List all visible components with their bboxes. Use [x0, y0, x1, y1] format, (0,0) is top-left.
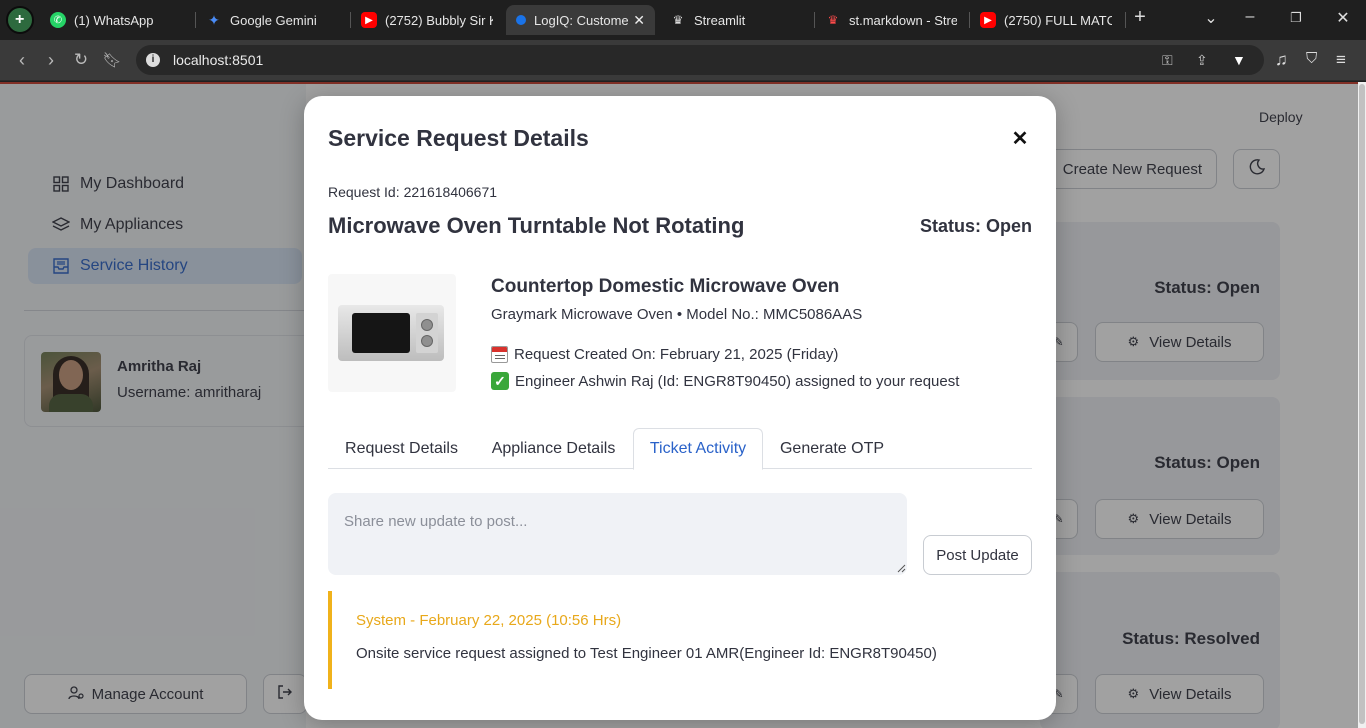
share-icon[interactable]: ⇪ [1196, 52, 1208, 69]
tab-logiq[interactable]: LogIQ: Custome ✕ [506, 5, 655, 35]
site-info-icon[interactable]: i [146, 53, 160, 67]
url-text[interactable]: localhost:8501 [173, 52, 263, 68]
streamlit-app-icon [516, 15, 526, 25]
post-update-button[interactable]: Post Update [923, 535, 1032, 575]
service-request-dialog: Service Request Details ✕ Request Id: 221… [304, 96, 1056, 720]
tab-title: (2752) Bubbly Sir Ki [385, 12, 493, 28]
streamlit-icon: ♛ [672, 13, 684, 27]
tab-title: Streamlit [694, 12, 746, 28]
tab-title: Google Gemini [230, 12, 317, 28]
password-key-icon[interactable]: ⚿ [1162, 52, 1173, 69]
scrollbar-thumb[interactable] [1359, 84, 1365, 724]
request-created-text: Request Created On: February 21, 2025 (F… [514, 346, 839, 363]
update-text-area[interactable] [328, 493, 907, 575]
address-bar-row: ‹ › ↻ 🔖︎ i localhost:8501 ⚿ ⇪ ▼ ♫ ⛉ ≡ [0, 40, 1366, 81]
dialog-tabs: Request Details Appliance Details Ticket… [328, 428, 1032, 470]
tab-title: st.markdown - Strea [849, 12, 957, 28]
calendar-icon [491, 346, 508, 363]
close-window-icon[interactable]: ✕ [1331, 8, 1355, 28]
whatsapp-icon: ✆ [50, 12, 66, 28]
browser-profile-icon[interactable]: + [6, 6, 34, 34]
gemini-icon: ✦ [208, 11, 220, 28]
product-meta: Graymark Microwave Oven • Model No.: MMC… [491, 306, 863, 323]
tab-youtube-bubbly[interactable]: ▶ (2752) Bubbly Sir Ki [351, 5, 503, 35]
browser-tab-bar: + ✆ (1) WhatsApp ✦ Google Gemini ▶ (2752… [0, 0, 1366, 40]
close-icon[interactable]: ✕ [1010, 126, 1030, 151]
tab-title: (1) WhatsApp [74, 12, 154, 28]
check-mark-icon: ✓ [491, 372, 509, 390]
engineer-assigned: ✓ Engineer Ashwin Raj (Id: ENGR8T90450) … [491, 372, 959, 390]
forward-icon[interactable]: › [40, 50, 62, 71]
request-created: Request Created On: February 21, 2025 (F… [491, 346, 838, 363]
minimize-icon[interactable]: – [1238, 8, 1262, 26]
tab-st-markdown[interactable]: ♛ st.markdown - Strea [815, 5, 967, 35]
youtube-icon: ▶ [361, 12, 377, 28]
media-icon[interactable]: ♫ [1275, 50, 1288, 70]
streamlit-crown-icon: ♛ [827, 13, 839, 27]
tab-generate-otp[interactable]: Generate OTP [765, 428, 899, 469]
menu-icon[interactable]: ≡ [1336, 50, 1346, 70]
engineer-assigned-text: Engineer Ashwin Raj (Id: ENGR8T90450) as… [515, 372, 960, 390]
brave-shield-icon[interactable]: ▼ [1232, 52, 1246, 68]
restore-icon[interactable]: ❐ [1284, 10, 1308, 26]
youtube-icon: ▶ [980, 12, 996, 28]
activity-entry: System - February 22, 2025 (10:56 Hrs) O… [328, 591, 1032, 689]
tab-ticket-activity[interactable]: Ticket Activity [633, 428, 763, 470]
omnibox[interactable]: i localhost:8501 ⚿ ⇪ ▼ [136, 45, 1264, 75]
page-scrollbar[interactable] [1358, 82, 1366, 728]
back-icon[interactable]: ‹ [11, 50, 33, 71]
new-tab-icon[interactable]: + [1128, 6, 1152, 29]
tab-title: LogIQ: Custome [534, 12, 629, 28]
dialog-title: Service Request Details [328, 125, 589, 151]
request-id-label: Request Id: [328, 184, 400, 200]
request-id: Request Id: 221618406671 [328, 184, 497, 200]
reload-icon[interactable]: ↻ [70, 50, 92, 70]
product-image [328, 274, 456, 392]
tab-divider [1125, 12, 1126, 28]
status-badge: Status: Open [920, 216, 1032, 237]
activity-body: Onsite service request assigned to Test … [356, 645, 937, 662]
tab-request-details[interactable]: Request Details [328, 428, 475, 469]
close-tab-icon[interactable]: ✕ [633, 12, 645, 29]
tab-title: (2750) FULL MATCH [1004, 12, 1112, 28]
app-page: My Dashboard My Appliances Service Histo… [0, 82, 1358, 728]
tab-whatsapp[interactable]: ✆ (1) WhatsApp [40, 5, 195, 35]
bookmark-icon[interactable]: 🔖︎ [101, 51, 123, 69]
tab-youtube-full-match[interactable]: ▶ (2750) FULL MATCH [970, 5, 1122, 35]
resize-handle-icon[interactable] [896, 563, 906, 573]
product-name: Countertop Domestic Microwave Oven [491, 276, 840, 297]
status-value: Open [985, 216, 1032, 236]
request-id-value: 221618406671 [403, 184, 498, 200]
vpn-shield-icon[interactable]: ⛉ [1306, 50, 1317, 67]
tab-gemini[interactable]: ✦ Google Gemini [196, 5, 346, 35]
tab-appliance-details[interactable]: Appliance Details [476, 428, 631, 469]
tab-search-chevron-icon[interactable]: ⌄ [1199, 8, 1223, 28]
status-label: Status: [919, 216, 981, 236]
activity-header: System - February 22, 2025 (10:56 Hrs) [356, 612, 622, 629]
microwave-image [338, 305, 444, 361]
request-title: Microwave Oven Turntable Not Rotating [328, 213, 745, 238]
tab-streamlit[interactable]: ♛ Streamlit [660, 5, 810, 35]
